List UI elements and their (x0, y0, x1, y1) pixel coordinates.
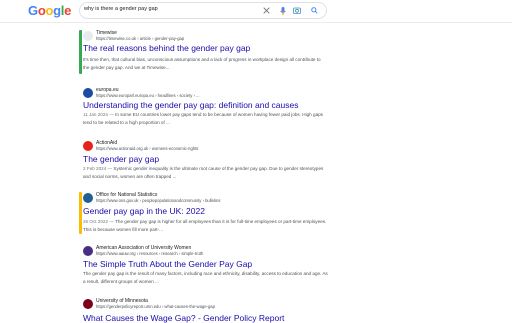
search-result: Timewise https://timewise.co.uk › articl… (79, 30, 333, 80)
result-title-link[interactable]: Understanding the gender pay gap: defini… (83, 100, 299, 110)
result-snippet: 26 Oct 2022 — The gender pay gap is high… (83, 218, 328, 233)
result-snippet-text: In some EU countries lower pay gaps tend… (83, 112, 323, 125)
clear-icon[interactable] (262, 6, 271, 15)
logo-letter: o (45, 3, 54, 18)
result-date: 11 Jan 2024 — (83, 112, 114, 117)
result-title-link[interactable]: The gender pay gap (83, 154, 159, 164)
result-url[interactable]: https://www.europarl.europa.eu › headlin… (96, 93, 200, 98)
logo-letter: o (37, 3, 46, 18)
microphone-icon[interactable] (278, 6, 287, 15)
search-header: Google why is there a gender pay gap (0, 0, 512, 23)
result-title-link[interactable]: What Causes the Wage Gap? - Gender Polic… (83, 313, 284, 323)
result-snippet-text: It's time then, that cultural bias, unco… (83, 57, 321, 70)
site-favicon (83, 88, 93, 98)
result-snippet-text: The gender pay gap is higher for all emp… (83, 219, 327, 232)
site-favicon (83, 31, 93, 41)
result-snippet-text: Systemic gender inequality is the ultima… (83, 166, 324, 179)
result-title-link[interactable]: The real reasons behind the gender pay g… (83, 43, 250, 53)
result-snippet: 2 Feb 2024 — Systemic gender inequality … (83, 165, 328, 180)
result-url[interactable]: https://www.aauw.org › resources › resea… (96, 251, 203, 256)
search-result: American Association of University Women… (83, 245, 333, 290)
search-box[interactable]: why is there a gender pay gap (80, 3, 326, 18)
result-date: 2 Feb 2024 — (83, 166, 113, 171)
search-input[interactable]: why is there a gender pay gap (84, 6, 158, 12)
result-url[interactable]: https://timewise.co.uk › article › gende… (96, 36, 184, 41)
result-date: 26 Oct 2022 — (83, 219, 114, 224)
google-logo[interactable]: Google (28, 3, 71, 18)
result-title-link[interactable]: Gender pay gap in the UK: 2022 (83, 206, 205, 216)
result-url[interactable]: https://www.actionaid.org.uk › womens-ec… (96, 146, 198, 151)
result-url[interactable]: https://genderpolicyreport.umn.edu › wha… (96, 304, 215, 309)
site-favicon (83, 246, 93, 256)
search-result: Office for National Statistics https://w… (79, 192, 333, 242)
logo-letter: e (64, 3, 72, 18)
search-result: europa.eu https://www.europarl.europa.eu… (83, 87, 333, 132)
site-favicon (83, 299, 93, 309)
result-snippet-text: The gender pay gap is the result of many… (83, 271, 328, 284)
result-snippet: It's time then, that cultural bias, unco… (83, 56, 328, 71)
logo-letter: G (28, 3, 38, 18)
result-title-link[interactable]: The Simple Truth About the Gender Pay Ga… (83, 259, 252, 269)
result-accent-bar (79, 192, 82, 234)
search-result: University of Minnesota https://genderpo… (83, 298, 333, 323)
result-snippet: 11 Jan 2024 — In some EU countries lower… (83, 111, 328, 126)
result-url[interactable]: https://www.ons.gov.uk › peoplepopulatio… (96, 198, 220, 203)
search-result: ActionAid https://www.actionaid.org.uk ›… (83, 140, 333, 185)
site-favicon (83, 141, 93, 151)
site-favicon (83, 193, 93, 203)
logo-letter: g (53, 3, 61, 18)
result-accent-bar (79, 30, 82, 74)
search-icon[interactable] (310, 6, 319, 15)
result-snippet: The gender pay gap is the result of many… (83, 270, 328, 285)
camera-icon[interactable] (292, 6, 301, 15)
